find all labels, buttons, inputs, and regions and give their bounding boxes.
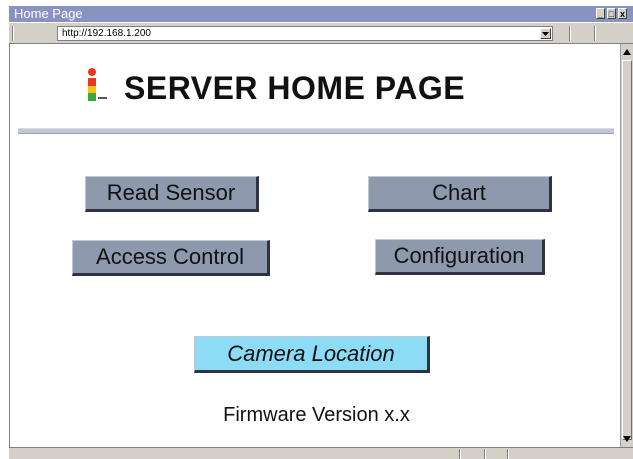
scrollbar-thumb[interactable] <box>622 60 632 440</box>
window-title: Home Page <box>14 6 83 21</box>
chart-button[interactable]: Chart <box>368 176 552 212</box>
configuration-button[interactable]: Configuration <box>375 239 545 275</box>
status-separator <box>484 449 486 459</box>
close-button[interactable]: x <box>618 8 627 19</box>
toolbar-separator <box>569 26 571 41</box>
status-separator <box>459 449 461 459</box>
access-control-button[interactable]: Access Control <box>72 240 270 276</box>
scroll-up-arrow-icon[interactable] <box>622 46 632 58</box>
page-title: SERVER HOME PAGE <box>124 70 466 106</box>
header-divider <box>18 128 614 134</box>
window-title-bar[interactable]: Home Page _ □ x <box>9 6 633 22</box>
browser-toolbar: http://192.168.1.200 <box>9 22 633 44</box>
toolbar-separator <box>594 26 596 41</box>
chevron-down-icon <box>542 32 549 36</box>
address-dropdown-button[interactable] <box>540 28 551 39</box>
read-sensor-button[interactable]: Read Sensor <box>85 176 259 212</box>
minimize-button[interactable]: _ <box>596 8 605 19</box>
vertical-scrollbar[interactable] <box>620 44 633 447</box>
address-bar[interactable]: http://192.168.1.200 <box>57 26 553 41</box>
maximize-button[interactable]: □ <box>607 8 616 19</box>
status-separator <box>507 449 509 459</box>
toolbar-separator <box>12 26 14 41</box>
camera-location-button[interactable]: Camera Location <box>194 336 430 373</box>
address-url[interactable]: http://192.168.1.200 <box>62 27 151 40</box>
status-bar <box>9 447 633 459</box>
firmware-version: Firmware Version x.x <box>223 404 410 426</box>
brand-logo-icon <box>88 68 107 101</box>
scroll-down-arrow-icon[interactable] <box>622 433 632 445</box>
